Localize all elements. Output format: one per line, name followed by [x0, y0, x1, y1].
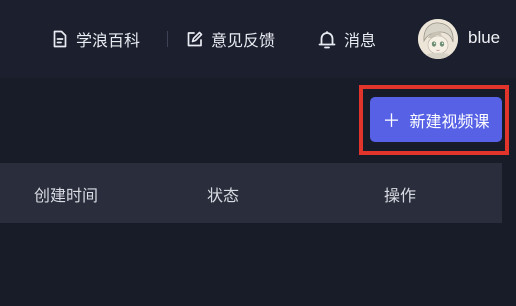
document-icon — [52, 30, 76, 48]
column-header-created-time: 创建时间 — [34, 186, 99, 205]
nav-feedback-link[interactable]: 意见反馈 — [186, 24, 275, 54]
new-video-course-button[interactable]: ＋ 新建视频课 — [370, 97, 502, 142]
nav-messages-label: 消息 — [344, 31, 377, 50]
nav-wiki-label: 学浪百科 — [76, 31, 141, 50]
nav-wiki-link[interactable]: 学浪百科 — [52, 24, 140, 54]
username[interactable]: blue — [468, 28, 500, 48]
nav-feedback-label: 意见反馈 — [211, 31, 276, 50]
top-navigation-bar: 学浪百科 意见反馈 消息 blue — [0, 0, 516, 78]
column-header-status: 状态 — [207, 186, 240, 205]
plus-icon: ＋ — [382, 110, 401, 132]
column-header-actions: 操作 — [384, 186, 417, 205]
bell-icon — [318, 30, 344, 49]
avatar[interactable] — [418, 19, 458, 59]
edit-icon — [186, 31, 211, 48]
table-header: 创建时间 状态 操作 — [0, 163, 502, 223]
nav-messages-link[interactable]: 消息 — [318, 24, 376, 54]
nav-divider — [167, 31, 168, 47]
new-video-course-label: 新建视频课 — [409, 111, 490, 131]
